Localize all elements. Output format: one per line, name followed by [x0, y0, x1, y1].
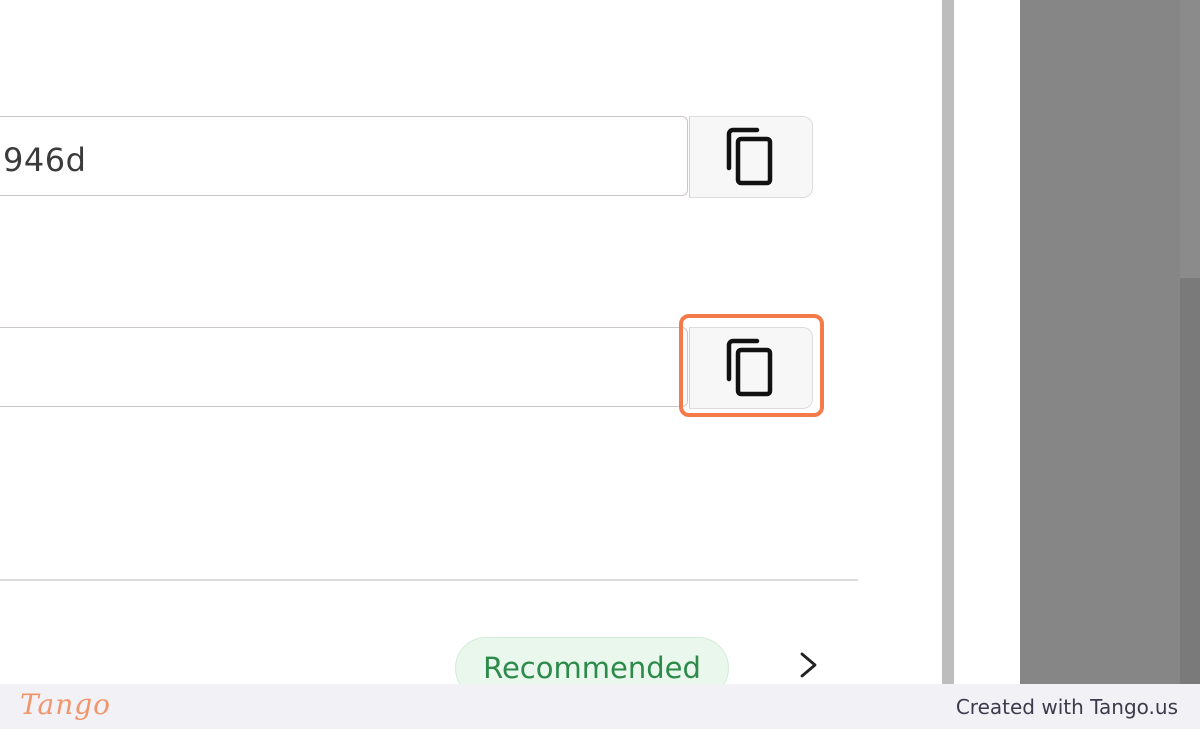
secret-field[interactable] [0, 327, 688, 407]
section-divider [0, 579, 858, 581]
overlay-scrollbar-thumb[interactable] [1180, 278, 1200, 684]
copy-icon [726, 338, 773, 397]
copy-secret-button[interactable] [689, 327, 813, 409]
key-field[interactable]: 946d [0, 116, 688, 196]
footer-bar: Tango Created with Tango.us [0, 684, 1200, 729]
chevron-right-icon[interactable] [796, 650, 822, 680]
panel-scrollbar[interactable] [942, 0, 954, 684]
tango-logo[interactable]: Tango [20, 688, 111, 721]
key-field-value: 946d [3, 141, 87, 179]
dimmed-overlay [1020, 0, 1200, 684]
panel-gap [954, 0, 1020, 684]
footer-credit[interactable]: Created with Tango.us [956, 695, 1178, 719]
copy-key-button[interactable] [689, 116, 813, 198]
copy-icon [726, 127, 773, 186]
